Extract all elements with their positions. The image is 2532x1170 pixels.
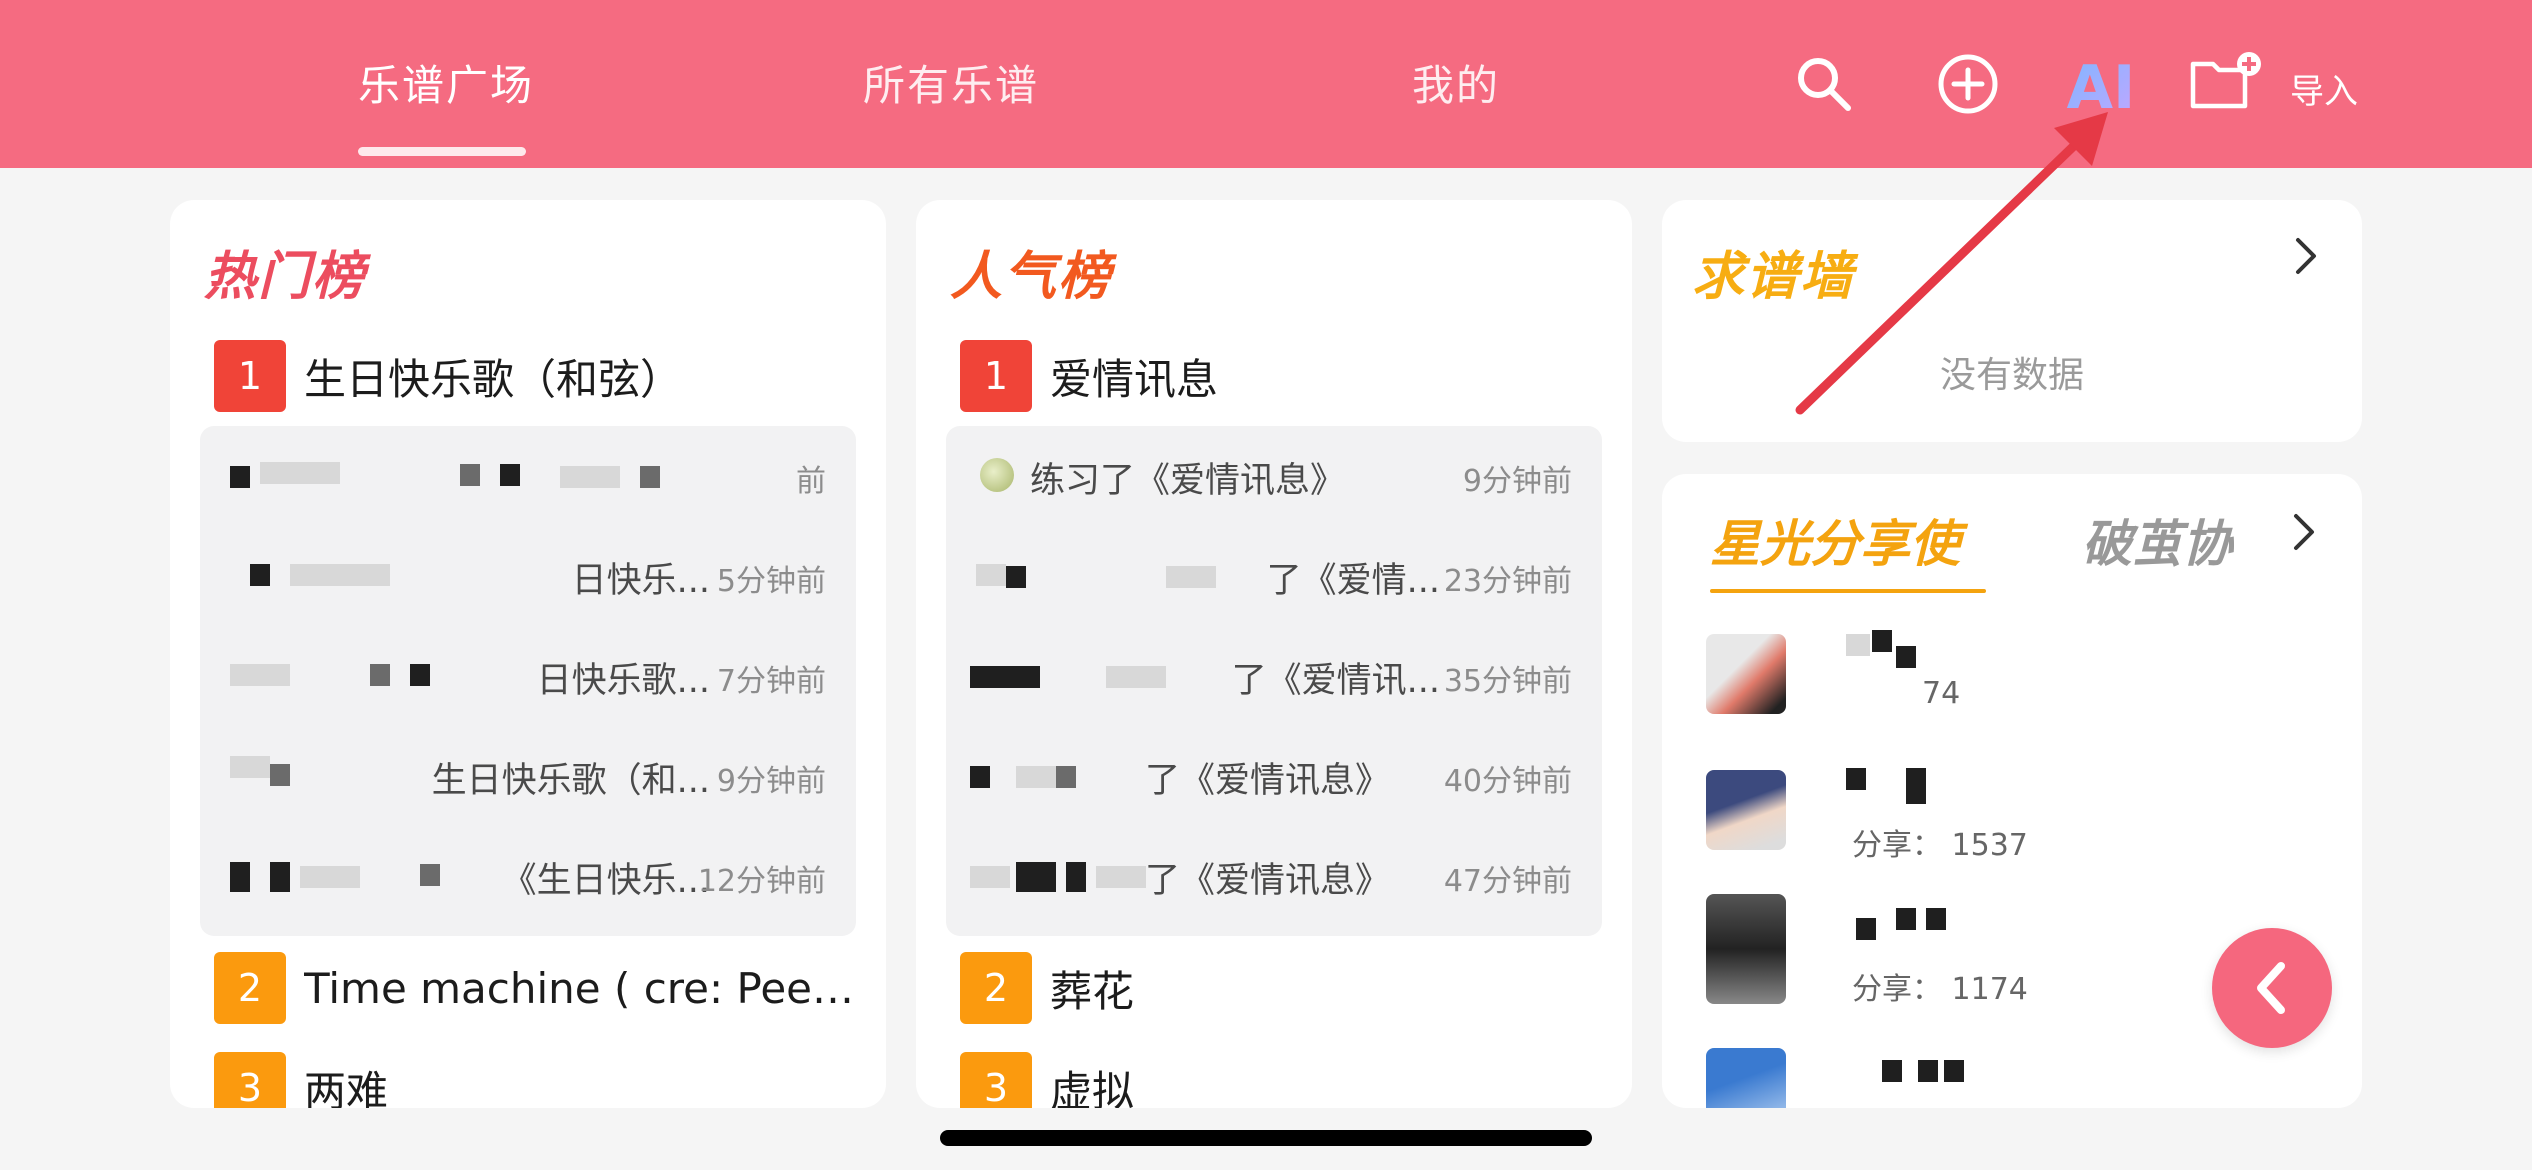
score-title: 生日快乐歌（和弦） <box>304 354 683 404</box>
score-title: 虚拟 <box>1050 1066 1135 1109</box>
activity-time: 前 <box>796 464 826 499</box>
activity-time: 9分钟前 <box>716 764 826 799</box>
avatar[interactable] <box>1706 1048 1786 1108</box>
avatar[interactable] <box>1706 634 1786 714</box>
tab-star-sharer[interactable]: 星光分享使 <box>1710 504 1960 576</box>
share-count: 分享： 1174 <box>1852 972 2028 1007</box>
share-count: 74 <box>1922 676 1961 711</box>
popular-chart-card: 人气榜 1 爱情讯息 练习了《爱情讯息》 9分钟前 了《爱情... 23分钟前 … <box>916 200 1632 1108</box>
activity-text: 了《爱情讯息》 <box>1144 761 1390 801</box>
request-wall-card[interactable]: 求谱墙 没有数据 <box>1662 200 2362 442</box>
popular-chart-title: 人气榜 <box>950 247 1113 307</box>
melon-emoji-icon <box>980 458 1014 492</box>
tab-mine[interactable]: 我的 <box>1412 52 1500 113</box>
username-mosaic <box>1846 630 1956 678</box>
activity-text: 生日快乐歌（和... <box>431 761 710 801</box>
hot-chart-title: 热门榜 <box>204 247 367 307</box>
add-circle-icon[interactable] <box>1936 52 2000 116</box>
active-tab-indicator <box>358 147 526 156</box>
activity-text: 了《爱情讯息》 <box>1144 861 1390 901</box>
top-bar: 乐谱广场 所有乐谱 我的 AI 导入 <box>0 0 2532 168</box>
back-button[interactable] <box>2212 928 2332 1048</box>
username-mosaic <box>1846 1060 1964 1108</box>
hot-chart-row-2[interactable]: 2 Time machine ( cre: Peer... <box>214 952 854 1024</box>
rank-badge: 1 <box>214 340 286 412</box>
activity-text: 日快乐歌... <box>536 661 710 701</box>
activity-time: 12分钟前 <box>697 864 826 899</box>
avatar[interactable] <box>1706 770 1786 850</box>
rank-badge: 1 <box>960 340 1032 412</box>
activity-row[interactable]: 日快乐歌... 7分钟前 <box>200 626 856 726</box>
activity-text: 日快乐... <box>571 561 710 601</box>
rank-badge: 3 <box>214 1052 286 1108</box>
score-title: Time machine ( cre: Peer... <box>304 963 854 1013</box>
hot-chart-row-3[interactable]: 3 两难 <box>214 1052 388 1108</box>
request-wall-title: 求谱墙 <box>1692 247 1855 307</box>
score-title: 爱情讯息 <box>1050 354 1219 404</box>
popular-chart-row-1[interactable]: 1 爱情讯息 <box>960 340 1218 412</box>
score-title: 葬花 <box>1050 966 1135 1016</box>
activity-time: 9分钟前 <box>1462 464 1572 499</box>
rank-badge: 2 <box>960 952 1032 1024</box>
hot-chart-card: 热门榜 1 生日快乐歌（和弦） 前 日快乐... 5分钟前 日快乐歌... 7分… <box>170 200 886 1108</box>
hot-chart-row-1[interactable]: 1 生日快乐歌（和弦） <box>214 340 682 412</box>
activity-text: 《生日快乐... <box>501 861 710 901</box>
activity-row[interactable]: 生日快乐歌（和... 9分钟前 <box>200 726 856 826</box>
home-indicator <box>940 1130 1592 1146</box>
activity-row[interactable]: 日快乐... 5分钟前 <box>200 526 856 626</box>
activity-row[interactable]: 了《爱情讯息》 40分钟前 <box>946 726 1602 826</box>
chevron-right-icon[interactable] <box>2288 510 2318 566</box>
score-title: 两难 <box>304 1066 389 1109</box>
popular-chart-row-2[interactable]: 2 葬花 <box>960 952 1134 1024</box>
share-count: 分享： 1537 <box>1852 828 2028 863</box>
empty-state-text: 没有数据 <box>1939 355 2084 396</box>
tab-score-square[interactable]: 乐谱广场 <box>358 52 534 113</box>
tab-cocoon-breaker[interactable]: 破茧协 <box>2082 504 2232 576</box>
activity-time: 35分钟前 <box>1443 664 1572 699</box>
back-arrow-icon <box>2257 962 2285 1014</box>
activity-time: 23分钟前 <box>1443 564 1572 599</box>
username-mosaic <box>1846 908 1956 956</box>
activity-row[interactable]: 练习了《爱情讯息》 9分钟前 <box>946 426 1602 526</box>
activity-time: 47分钟前 <box>1443 864 1572 899</box>
rank-badge: 3 <box>960 1052 1032 1108</box>
activity-time: 40分钟前 <box>1443 764 1572 799</box>
tab-all-scores[interactable]: 所有乐谱 <box>863 52 1039 113</box>
activity-text: 了《爱情讯... <box>1231 661 1440 701</box>
activity-text: 了《爱情... <box>1266 561 1440 601</box>
ai-icon[interactable]: AI <box>2066 48 2136 123</box>
import-label[interactable]: 导入 <box>2290 64 2358 113</box>
hot-activity-list: 前 日快乐... 5分钟前 日快乐歌... 7分钟前 生日快乐歌（和... 9分… <box>200 426 856 936</box>
activity-row[interactable]: 了《爱情... 23分钟前 <box>946 526 1602 626</box>
svg-text:AI: AI <box>2067 53 2136 118</box>
activity-row[interactable]: 《生日快乐... 12分钟前 <box>200 826 856 926</box>
search-icon[interactable] <box>1792 52 1856 116</box>
activity-time: 7分钟前 <box>716 664 826 699</box>
popular-activity-list: 练习了《爱情讯息》 9分钟前 了《爱情... 23分钟前 了《爱情讯... 35… <box>946 426 1602 936</box>
activity-row[interactable]: 了《爱情讯息》 47分钟前 <box>946 826 1602 926</box>
activity-row[interactable]: 前 <box>200 426 856 526</box>
username-mosaic <box>1846 768 1956 816</box>
rank-badge: 2 <box>214 952 286 1024</box>
avatar[interactable] <box>1706 894 1786 1004</box>
popular-chart-row-3[interactable]: 3 虚拟 <box>960 1052 1134 1108</box>
activity-time: 5分钟前 <box>716 564 826 599</box>
folder-add-icon[interactable] <box>2188 50 2266 114</box>
active-tab-underline <box>1710 589 1986 593</box>
chevron-right-icon[interactable] <box>2290 234 2320 290</box>
activity-text: 练习了《爱情讯息》 <box>1030 461 1346 501</box>
activity-row[interactable]: 了《爱情讯... 35分钟前 <box>946 626 1602 726</box>
